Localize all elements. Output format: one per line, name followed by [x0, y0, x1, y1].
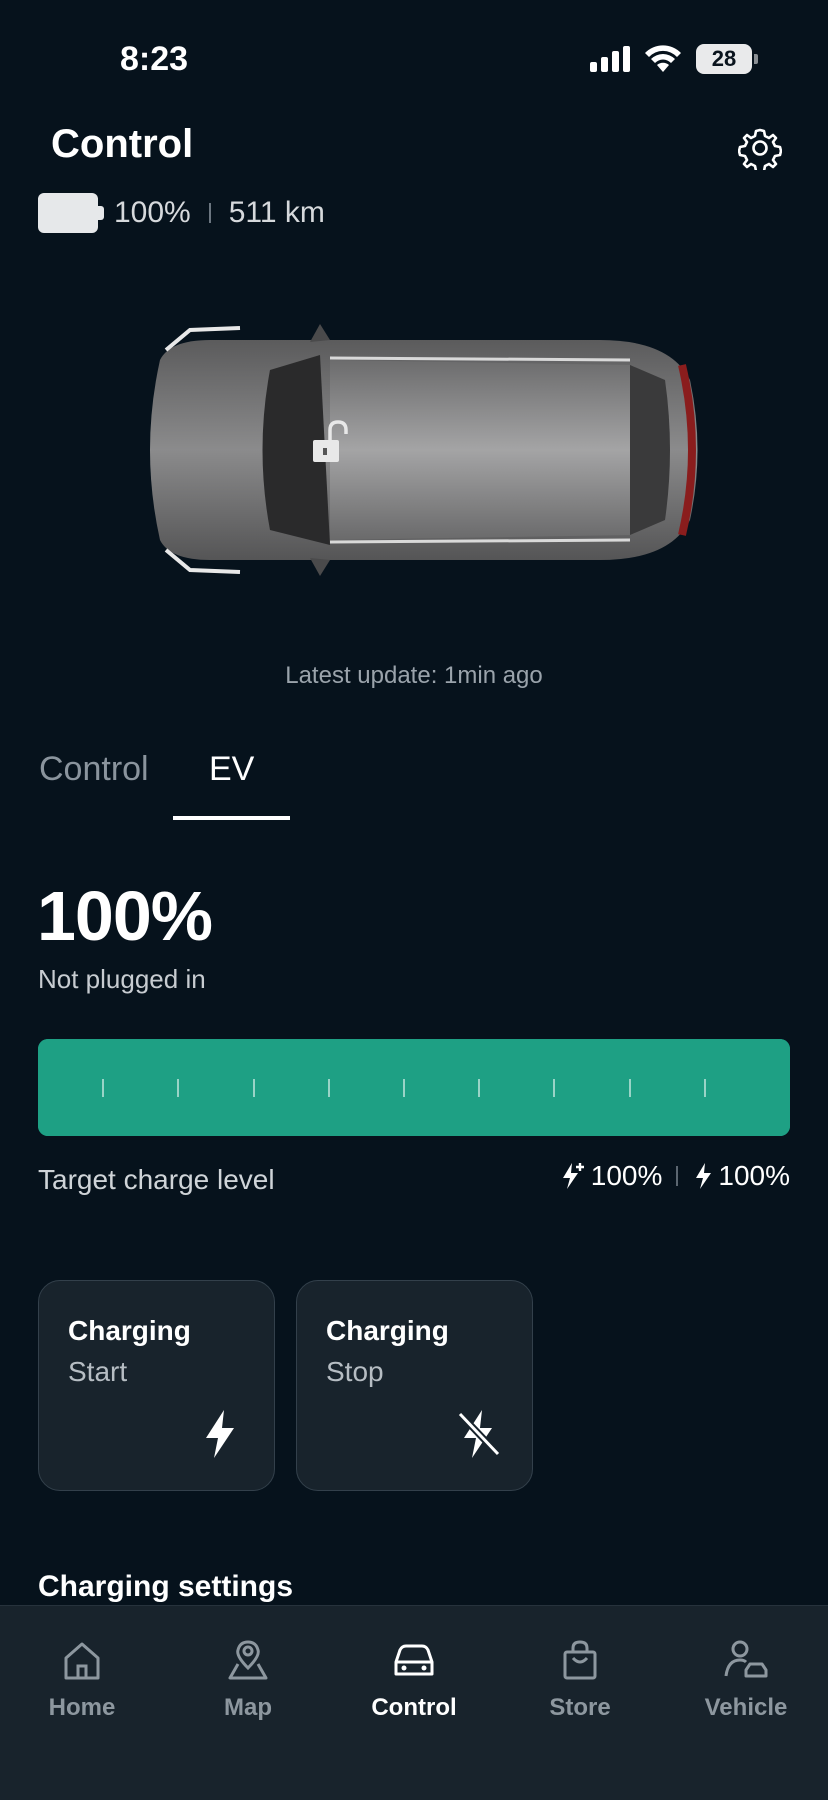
bag-icon — [563, 1640, 597, 1680]
target-charge-values: 100% 100% — [559, 1160, 790, 1192]
wifi-icon — [645, 45, 681, 72]
tab-control[interactable]: Control — [39, 750, 149, 789]
status-icons: 28 — [590, 44, 758, 74]
status-bar: 8:23 28 — [0, 0, 828, 110]
target-fast-value: 100% — [590, 1160, 663, 1191]
active-tab-indicator — [173, 816, 290, 820]
charge-level-fill — [38, 1039, 790, 1136]
nav-item-store[interactable]: Store — [510, 1636, 650, 1722]
home-icon — [64, 1642, 100, 1680]
charge-level-bar[interactable] — [38, 1039, 790, 1136]
gear-icon[interactable] — [738, 126, 782, 170]
battery-status: 28 — [696, 44, 758, 74]
range-summary: 100% 511 km — [38, 192, 325, 234]
latest-update: Latest update: 1min ago — [285, 662, 543, 689]
range-km: 511 km — [228, 196, 325, 229]
target-charge-label: Target charge level — [38, 1164, 275, 1195]
user-car-icon — [724, 1640, 768, 1678]
charge-bar-tick — [177, 1079, 180, 1097]
charge-bar-tick — [628, 1079, 631, 1097]
tab-ev[interactable]: EV — [209, 750, 254, 789]
card-subtitle: Start — [68, 1356, 128, 1387]
nav-label: Store — [549, 1694, 611, 1721]
section-title: Charging settings — [38, 1570, 294, 1603]
charge-bar-tick — [553, 1079, 556, 1097]
charge-bar-tick — [252, 1079, 255, 1097]
lightning-off-icon — [457, 1410, 501, 1458]
charge-bar-tick — [327, 1079, 330, 1097]
ev-charge-percent: 100% — [37, 877, 213, 955]
target-normal-value: 100% — [718, 1160, 790, 1191]
charging-stop-button[interactable]: Charging Stop — [296, 1280, 533, 1491]
map-pin-icon — [228, 1640, 268, 1680]
nav-label: Map — [224, 1694, 272, 1721]
status-time: 8:23 — [120, 40, 189, 78]
nav-label: Vehicle — [704, 1694, 788, 1721]
battery-icon — [38, 193, 104, 233]
nav-label: Control — [371, 1694, 457, 1721]
car-icon — [394, 1644, 434, 1676]
charging-start-button[interactable]: Charging Start — [38, 1280, 275, 1491]
fast-charge-icon — [562, 1163, 584, 1189]
nav-item-control[interactable]: Control — [344, 1636, 484, 1722]
charge-bar-tick — [102, 1079, 105, 1097]
signal-icon — [590, 46, 630, 72]
nav-item-map[interactable]: Map — [178, 1636, 318, 1722]
lightning-icon — [206, 1410, 234, 1458]
charge-icon — [696, 1163, 712, 1189]
divider — [208, 203, 211, 223]
charge-bar-tick — [478, 1079, 481, 1097]
card-subtitle: Stop — [326, 1356, 384, 1387]
page-title: Control — [51, 122, 194, 166]
charge-bar-tick — [403, 1079, 405, 1097]
nav-item-home[interactable]: Home — [12, 1636, 152, 1722]
charge-bar-tick — [703, 1079, 706, 1097]
plug-status: Not plugged in — [38, 964, 206, 994]
battery-percent: 100% — [114, 196, 191, 229]
nav-label: Home — [48, 1694, 116, 1721]
divider — [676, 1166, 679, 1186]
card-title: Charging — [326, 1315, 449, 1346]
bottom-nav: Home Map Control Store Vehicle — [0, 1605, 828, 1800]
card-title: Charging — [68, 1315, 191, 1346]
car-image — [130, 310, 710, 590]
tab-bar: Control EV — [0, 740, 828, 820]
nav-item-vehicle[interactable]: Vehicle — [676, 1636, 816, 1722]
